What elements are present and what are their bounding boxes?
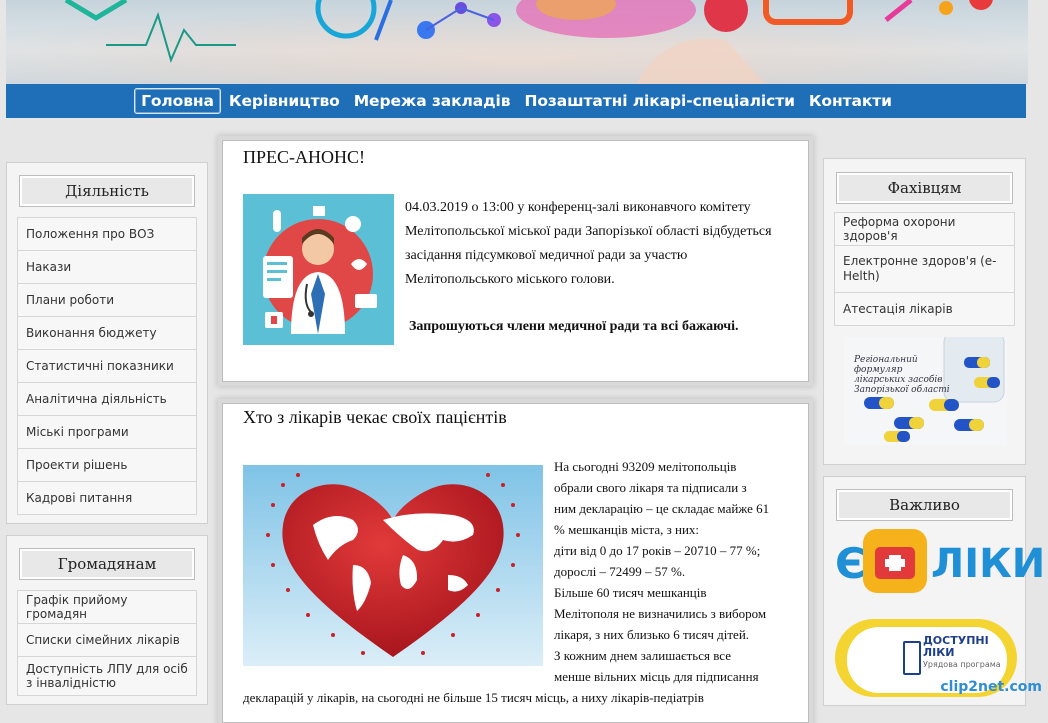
news-line-7: Більше 60 тисяч мешканців <box>554 585 707 600</box>
sidebar-specialists: Фахівцям Реформа охорони здоров'я Електр… <box>823 158 1026 465</box>
news-invitation: Запрошуються члени медичної ради та всі … <box>409 319 739 334</box>
menu-item-family-doctors[interactable]: Списки сімейних лікарів <box>17 623 197 657</box>
heart-world-illustration <box>243 465 543 666</box>
sidebar-specialists-title: Фахівцям <box>836 172 1013 204</box>
trident-icon <box>903 641 921 675</box>
news-title[interactable]: Хто з лікарів чекає своїх пацієнтів <box>243 407 507 428</box>
news-line-12: декларацій у лікарів, на сьогодні не біл… <box>243 690 704 705</box>
news-line-11: менше вільних місць для підписання <box>554 669 759 684</box>
sidebar-activity: Діяльність Положення про ВОЗ Накази План… <box>6 162 208 524</box>
doctor-illustration <box>243 194 394 345</box>
menu-item-attestation[interactable]: Атестація лікарів <box>834 292 1015 326</box>
nav-specialists[interactable]: Позаштатні лікарі-спеціалісти <box>518 89 800 113</box>
sidebar-citizens-title: Громадянам <box>19 548 195 580</box>
news-title[interactable]: ПРЕС-АНОНС! <box>243 147 365 168</box>
clip2net-watermark: clip2net.com <box>940 679 1042 695</box>
menu-item-orders[interactable]: Накази <box>17 250 197 284</box>
banner-illustration <box>6 0 1028 84</box>
menu-item-budget[interactable]: Виконання бюджету <box>17 316 197 350</box>
nav-leadership[interactable]: Керівництво <box>223 89 346 113</box>
medkit-icon <box>863 529 927 593</box>
news-line-3: ним декларацію – це складає майже 61 <box>554 501 770 516</box>
citizens-menu: Графік прийому громадян Списки сімейних … <box>17 590 197 696</box>
news-line-8: Мелітополя не визначились з вибором <box>554 606 767 621</box>
sidebar-citizens: Громадянам Графік прийому громадян Списк… <box>6 535 208 705</box>
menu-item-programs[interactable]: Міські програми <box>17 415 197 449</box>
menu-item-statistics[interactable]: Статистичні показники <box>17 349 197 383</box>
news-line-1: На сьогодні 93209 мелітопольців <box>554 459 737 474</box>
menu-item-decisions[interactable]: Проекти рішень <box>17 448 197 482</box>
news-line-6: дорослі – 72499 – 57 %. <box>554 564 686 579</box>
sidebar-important-title: Важливо <box>836 489 1013 521</box>
dostupni-liky: ЛІКИ <box>923 646 955 659</box>
menu-item-plans[interactable]: Плани роботи <box>17 283 197 317</box>
header-banner <box>6 0 1028 84</box>
formulary-caption: Регіональний формуляр лікарських засобів… <box>854 355 950 395</box>
news-line-4: % мешканців міста, з них: <box>554 522 700 537</box>
menu-item-who[interactable]: Положення про ВОЗ <box>17 217 197 251</box>
news-line-9: лікаря, з них близько 6 тисяч дітей. <box>554 627 750 642</box>
news-line-10: З кожним днем залишається все <box>554 648 731 663</box>
eliky-banner[interactable]: Є ЛІКИ <box>835 529 1045 597</box>
sidebar-activity-title: Діяльність <box>19 175 195 207</box>
eliky-letter-e: Є <box>835 539 866 588</box>
menu-item-hr[interactable]: Кадрові питання <box>17 481 197 515</box>
nav-contacts[interactable]: Контакти <box>803 89 898 113</box>
news-line-5: діти від 0 до 17 років – 20710 – 77 %; <box>554 543 761 558</box>
menu-item-ehealth[interactable]: Електронне здоров'я (e-Helth) <box>834 245 1015 293</box>
news-card-announcement: ПРЕС-АНОНС! 04.03.2019 о 13:00 у конфере… <box>222 140 809 382</box>
nav-home[interactable]: Головна <box>134 88 221 114</box>
sidebar-important: Важливо Є ЛІКИ ДОСТУПНІ ЛІКИ Урядова про… <box>823 476 1045 706</box>
menu-item-accessibility[interactable]: Доступність ЛПУ для осіб з інвалідністю <box>17 656 197 696</box>
eliky-word: ЛІКИ <box>931 541 1046 587</box>
menu-item-analytics[interactable]: Аналітична діяльність <box>17 382 197 416</box>
main-nav: Головна Керівництво Мережа закладів Поза… <box>6 84 1026 118</box>
news-text: 04.03.2019 о 13:00 у конференц-залі вико… <box>405 200 772 287</box>
dostupni-subtitle: Урядова програма <box>923 660 1001 669</box>
news-card-doctors: Хто з лікарів чекає своїх пацієнтів На с… <box>222 403 809 723</box>
menu-item-reform[interactable]: Реформа охорони здоров'я <box>834 212 1015 246</box>
news-line-2: обрали свого лікаря та підписали з <box>554 480 747 495</box>
specialists-menu: Реформа охорони здоров'я Електронне здор… <box>834 212 1015 326</box>
formulary-banner[interactable]: Регіональний формуляр лікарських засобів… <box>844 337 1007 445</box>
nav-network[interactable]: Мережа закладів <box>348 89 517 113</box>
menu-item-reception[interactable]: Графік прийому громадян <box>17 590 197 624</box>
activity-menu: Положення про ВОЗ Накази Плани роботи Ви… <box>17 217 197 515</box>
